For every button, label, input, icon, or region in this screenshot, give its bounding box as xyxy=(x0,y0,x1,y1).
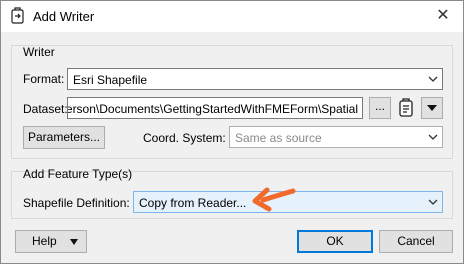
chevron-down-icon xyxy=(428,134,438,140)
dataset-input[interactable]: erson\Documents\GettingStartedWithFMEFor… xyxy=(67,97,363,119)
window-title: Add Writer xyxy=(33,9,95,24)
title-bar: Add Writer ✕ xyxy=(1,1,463,32)
shapefile-definition-value: Copy from Reader... xyxy=(139,196,247,210)
close-button[interactable]: ✕ xyxy=(431,5,455,27)
writer-icon xyxy=(11,7,24,24)
cancel-button[interactable]: Cancel xyxy=(379,230,453,253)
dropdown-arrow-icon xyxy=(70,239,78,245)
dataset-settings-icon xyxy=(399,98,413,117)
format-value: Esri Shapefile xyxy=(73,73,148,87)
ok-button[interactable]: OK xyxy=(297,230,373,253)
shapefile-definition-label: Shapefile Definition: xyxy=(23,196,130,210)
coord-system-value: Same as source xyxy=(235,131,322,145)
coord-system-label: Coord. System: xyxy=(143,131,226,145)
browse-button[interactable]: ... xyxy=(369,97,391,119)
feature-type-group-title: Add Feature Type(s) xyxy=(23,167,133,181)
chevron-down-icon xyxy=(428,76,438,82)
chevron-down-icon xyxy=(428,199,438,205)
format-label: Format: xyxy=(23,72,65,86)
dataset-dropdown-button[interactable] xyxy=(421,97,443,119)
format-select[interactable]: Esri Shapefile xyxy=(67,68,443,90)
help-button[interactable]: Help xyxy=(15,230,87,253)
dataset-value: erson\Documents\GettingStartedWithFMEFor… xyxy=(67,102,358,116)
dropdown-arrow-icon xyxy=(427,105,437,111)
add-writer-dialog: Add Writer ✕ Writer Format: Esri Shapefi… xyxy=(0,0,464,264)
annotation-arrow-icon xyxy=(252,187,296,212)
close-icon: ✕ xyxy=(436,7,450,24)
coord-system-select[interactable]: Same as source xyxy=(229,126,443,148)
dataset-label: Dataset: xyxy=(23,102,68,116)
parameters-button[interactable]: Parameters... xyxy=(23,126,105,149)
dataset-settings-button[interactable] xyxy=(395,97,417,119)
writer-group-title: Writer xyxy=(23,45,55,59)
